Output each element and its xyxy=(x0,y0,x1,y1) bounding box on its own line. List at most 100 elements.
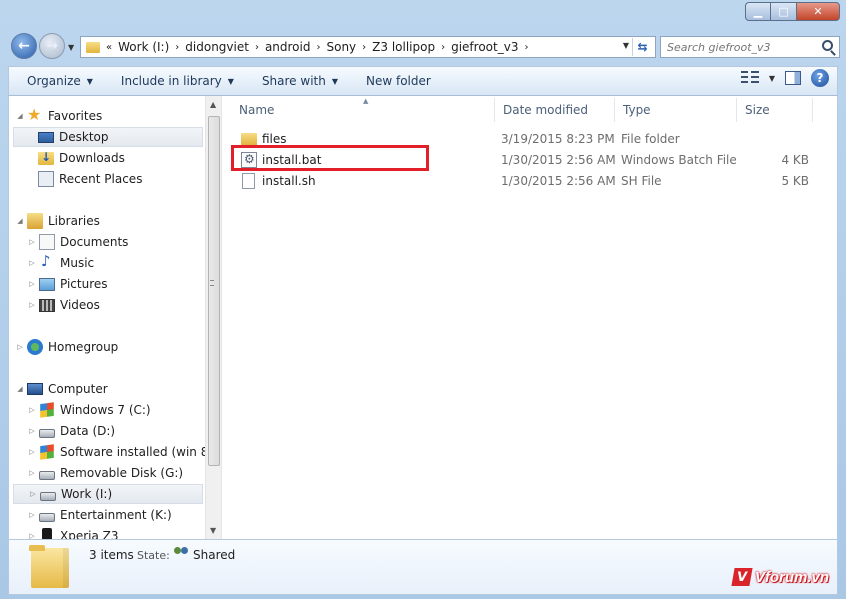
nav-pane-scrollbar[interactable]: ▲ ▼ xyxy=(205,96,221,539)
search-icon[interactable] xyxy=(822,40,833,51)
expand-triangle-icon[interactable]: ▷ xyxy=(27,280,37,288)
tree-drive-d[interactable]: ▷ Data (D:) xyxy=(27,421,115,441)
breadcrumb-work-drive[interactable]: Work (I:) xyxy=(118,40,169,54)
column-header-name[interactable]: Name ▲ xyxy=(231,97,495,122)
expand-triangle-icon[interactable]: ▷ xyxy=(27,448,37,456)
removable-disk-icon xyxy=(39,470,55,480)
breadcrumb-giefroot[interactable]: giefroot_v3 xyxy=(451,40,518,54)
downloads-icon xyxy=(38,150,54,165)
tree-drive-software[interactable]: ▷ Software installed (win 8.1) xyxy=(27,442,221,462)
tree-computer[interactable]: ◢ Computer xyxy=(15,379,107,399)
maximize-button[interactable]: □ xyxy=(771,2,796,21)
hard-drive-icon xyxy=(39,428,55,438)
address-history-dropdown[interactable]: ▼ xyxy=(623,41,629,50)
expand-triangle-icon[interactable]: ▷ xyxy=(28,490,38,498)
expand-triangle-icon[interactable]: ▷ xyxy=(27,469,37,477)
folder-icon xyxy=(241,133,257,146)
column-header-date-modified[interactable]: Date modified xyxy=(495,98,615,122)
tree-libraries[interactable]: ◢ Libraries xyxy=(15,211,100,231)
expand-triangle-icon[interactable]: ▷ xyxy=(27,532,37,539)
tree-favorites[interactable]: ◢ Favorites xyxy=(15,105,103,126)
breadcrumb-sony[interactable]: Sony xyxy=(326,40,356,54)
breadcrumb-separator-icon[interactable]: › xyxy=(435,42,451,53)
tree-label: Downloads xyxy=(59,151,125,165)
breadcrumb-android[interactable]: android xyxy=(265,40,311,54)
back-button[interactable]: ← xyxy=(11,33,37,59)
videos-icon xyxy=(39,298,55,312)
tree-desktop[interactable]: Desktop xyxy=(13,127,203,147)
tree-xperia[interactable]: ▷ Xperia Z3 xyxy=(27,526,119,539)
preview-pane-icon[interactable] xyxy=(785,71,801,85)
navigation-pane: ◢ Favorites Desktop Downloads Recent Pla… xyxy=(9,96,221,539)
tree-recent-places[interactable]: Recent Places xyxy=(38,169,142,189)
include-in-library-button[interactable]: Include in library ▼ xyxy=(111,68,244,94)
collapse-triangle-icon[interactable]: ◢ xyxy=(15,112,25,120)
expand-triangle-icon[interactable]: ▷ xyxy=(27,301,37,309)
command-bar: Organize ▼ Include in library ▼ Share with… xyxy=(8,66,838,96)
breadcrumb-separator-icon[interactable]: › xyxy=(518,42,534,53)
folder-icon xyxy=(86,41,100,53)
tree-label: Favorites xyxy=(48,109,103,123)
overflow-chevron-icon[interactable]: « xyxy=(100,42,118,53)
file-row-files[interactable]: files 3/19/2015 8:23 PM File folder xyxy=(231,128,837,149)
scrollbar-thumb[interactable] xyxy=(208,116,220,466)
column-label: Date modified xyxy=(503,103,589,117)
chevron-down-icon: ▼ xyxy=(227,76,234,86)
breadcrumb-separator-icon[interactable]: › xyxy=(169,42,185,53)
expand-triangle-icon[interactable]: ▷ xyxy=(27,511,37,519)
column-header-type[interactable]: Type xyxy=(615,98,737,122)
breadcrumb-separator-icon[interactable]: › xyxy=(249,42,265,53)
collapse-triangle-icon[interactable]: ◢ xyxy=(15,217,25,225)
tree-homegroup[interactable]: ▷ Homegroup xyxy=(15,337,118,357)
tree-videos[interactable]: ▷ Videos xyxy=(27,295,100,315)
search-box xyxy=(660,36,840,58)
view-options-dropdown[interactable]: ▼ xyxy=(769,74,775,83)
forward-button[interactable]: → xyxy=(39,33,65,59)
minimize-button[interactable]: ▁ xyxy=(745,2,771,21)
column-header-size[interactable]: Size xyxy=(737,98,813,122)
tree-downloads[interactable]: Downloads xyxy=(38,148,125,168)
tree-drive-k[interactable]: ▷ Entertainment (K:) xyxy=(27,505,171,525)
watermark: V Vforum.vn xyxy=(731,568,829,586)
file-date: 1/30/2015 2:56 AM xyxy=(501,173,616,188)
address-bar[interactable]: « Work (I:) › didongviet › android › Son… xyxy=(80,36,656,58)
breadcrumb-z3-lollipop[interactable]: Z3 lollipop xyxy=(372,40,435,54)
column-label: Name xyxy=(239,103,275,117)
scroll-up-icon[interactable]: ▲ xyxy=(210,100,216,109)
pane-splitter[interactable] xyxy=(221,96,222,539)
file-row-install-bat[interactable]: install.bat 1/30/2015 2:56 AM Windows Ba… xyxy=(231,149,837,170)
file-row-install-sh[interactable]: install.sh 1/30/2015 2:56 AM SH File 5 K… xyxy=(231,170,837,191)
recent-pages-dropdown[interactable]: ▼ xyxy=(68,43,74,52)
tree-documents[interactable]: ▷ Documents xyxy=(27,232,128,252)
expand-triangle-icon[interactable]: ▷ xyxy=(27,406,37,414)
libraries-icon xyxy=(27,213,43,229)
chevron-down-icon: ▼ xyxy=(86,76,93,86)
scroll-down-icon[interactable]: ▼ xyxy=(210,526,216,535)
breadcrumb-didongviet[interactable]: didongviet xyxy=(185,40,249,54)
refresh-button[interactable]: ⇆ xyxy=(632,38,652,56)
tree-drive-g[interactable]: ▷ Removable Disk (G:) xyxy=(27,463,183,483)
tree-music[interactable]: ▷ Music xyxy=(27,252,94,273)
file-name: files xyxy=(262,131,287,146)
expand-triangle-icon[interactable]: ▷ xyxy=(27,427,37,435)
phone-icon xyxy=(42,528,52,539)
expand-triangle-icon[interactable]: ▷ xyxy=(27,259,37,267)
organize-menu-button[interactable]: Organize ▼ xyxy=(17,68,103,94)
change-view-icon[interactable] xyxy=(740,71,759,85)
tree-drive-i[interactable]: ▷ Work (I:) xyxy=(13,484,203,504)
help-icon[interactable]: ? xyxy=(811,69,829,87)
collapse-triangle-icon[interactable]: ◢ xyxy=(15,385,25,393)
batch-file-icon xyxy=(241,151,257,168)
new-folder-button[interactable]: New folder xyxy=(356,68,441,94)
documents-icon xyxy=(39,234,55,250)
homegroup-icon xyxy=(27,339,43,355)
breadcrumb-separator-icon[interactable]: › xyxy=(356,42,372,53)
close-button[interactable]: ✕ xyxy=(796,2,840,21)
tree-drive-c[interactable]: ▷ Windows 7 (C:) xyxy=(27,400,151,420)
share-with-button[interactable]: Share with ▼ xyxy=(252,68,348,94)
expand-triangle-icon[interactable]: ▷ xyxy=(15,343,25,351)
search-input[interactable] xyxy=(667,40,817,54)
expand-triangle-icon[interactable]: ▷ xyxy=(27,238,37,246)
breadcrumb-separator-icon[interactable]: › xyxy=(310,42,326,53)
tree-pictures[interactable]: ▷ Pictures xyxy=(27,274,107,294)
